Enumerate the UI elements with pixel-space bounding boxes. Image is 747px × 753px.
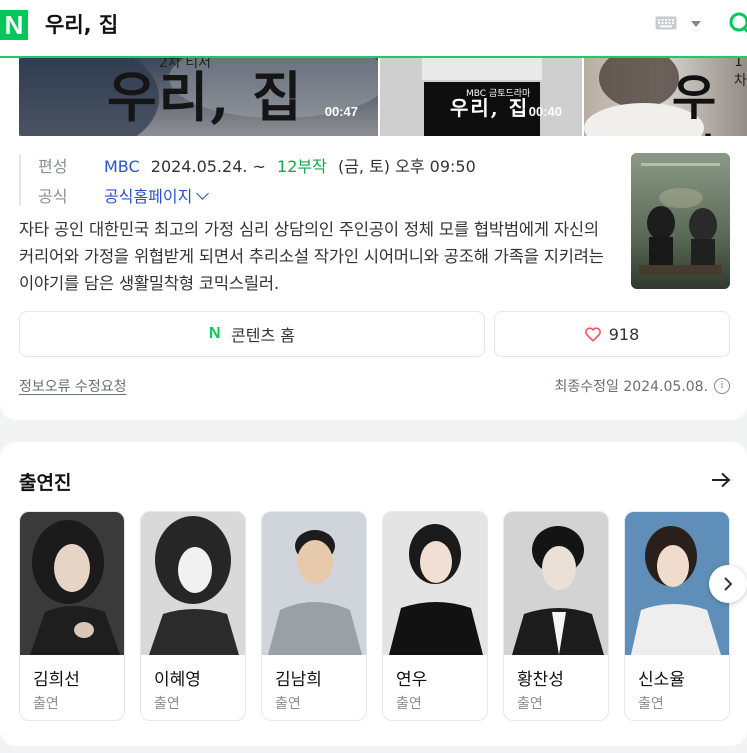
video-clip[interactable]: 우리, 집 2차 티저 00:47 [19,58,378,136]
cast-photo [383,512,487,655]
arrow-right-icon[interactable] [711,472,731,488]
chevron-down-icon[interactable] [196,187,210,200]
official-label: 공식 [38,187,68,206]
cast-photo [504,512,608,655]
synopsis-text: 자타 공인 대한민국 최고의 가정 심리 상담의인 주인공이 정체 모를 협박범… [19,220,604,293]
cast-section-title: 출연진 [19,472,72,494]
clip-title-art: 우리, 집 [107,65,304,129]
cast-member-card[interactable]: 황찬성 출연 [503,511,609,721]
drama-info-card: 우리, 집 2차 티저 00:47 MBC 금토드라마 우리, 집 00:40 … [0,58,747,420]
cast-name: 이혜영 [154,670,201,690]
last-updated: 최종수정일 2024.05.08. i [555,376,730,396]
keyboard-icon[interactable] [655,16,677,30]
chevron-right-icon [724,577,733,591]
video-clip[interactable]: MBC 금토드라마 우리, 집 00:40 [380,58,582,136]
episode-count[interactable]: 12부작 [277,157,327,176]
video-clip[interactable]: 우리 1차 [584,58,747,136]
air-date: 2024.05.24. ~ [150,157,266,176]
cast-name: 신소율 [638,670,685,690]
meta-divider [19,154,21,206]
official-row: 공식 공식홈페이지 [38,186,210,208]
clip-caption: 1차 [734,58,747,89]
cast-photo [262,512,366,655]
clip-duration: 00:47 [324,104,358,119]
cast-member-card[interactable]: 연우 출연 [382,511,488,721]
cast-photo [141,512,245,655]
cast-name: 김남희 [275,670,322,690]
channel-link[interactable]: MBC [104,157,140,176]
like-button[interactable]: 918 [494,311,730,357]
report-error-link[interactable]: 정보오류 수정요청 [19,376,127,396]
like-count: 918 [608,324,640,344]
poster-image [631,153,730,289]
cast-member-card[interactable]: 김희선 출연 [19,511,125,721]
chevron-down-icon[interactable] [691,21,701,27]
cast-member-card[interactable]: 김남희 출연 [261,511,367,721]
cast-role: 출연 [154,696,180,712]
broadcast-row: 편성 MBC 2024.05.24. ~ 12부작 (금, 토) 오후 09:50 [38,156,476,178]
clip-caption: 2차 티저 [159,58,211,71]
broadcast-label: 편성 [38,157,68,176]
drama-poster[interactable] [631,153,730,289]
cast-role: 출연 [33,696,59,712]
cast-name: 연우 [396,670,428,690]
search-query[interactable]: 우리, 집 [45,10,118,40]
cast-role: 출연 [638,696,664,712]
cast-role: 출연 [517,696,543,712]
heart-icon [584,326,601,342]
cast-member-card[interactable]: 이혜영 출연 [140,511,246,721]
naver-logo[interactable]: N [0,10,28,40]
info-icon[interactable]: i [714,378,730,394]
search-header: N 우리, 집 [0,0,747,58]
cast-name: 황찬성 [517,670,564,690]
official-homepage-link[interactable]: 공식홈페이지 [104,187,192,206]
cast-role: 출연 [396,696,422,712]
video-clip-strip: 우리, 집 2차 티저 00:47 MBC 금토드라마 우리, 집 00:40 … [19,58,747,136]
cast-photo [20,512,124,655]
cast-card: 출연진 김희선 출연 이혜영 출연 김남희 출연 연우 출연 황찬성 출연 신소… [0,442,747,746]
cast-list: 김희선 출연 이혜영 출연 김남희 출연 연우 출연 황찬성 출연 신소율 출연 [19,511,747,723]
cast-role: 출연 [275,696,301,712]
naver-n-icon: N [209,325,221,342]
last-updated-text: 최종수정일 2024.05.08. [554,379,708,395]
cast-name: 김희선 [33,670,80,690]
content-home-label: 콘텐츠 홈 [231,326,295,345]
content-home-button[interactable]: N 콘텐츠 홈 [19,311,485,357]
air-schedule: (금, 토) 오후 09:50 [337,157,476,176]
cast-member-card[interactable]: 신소율 출연 [624,511,730,721]
carousel-next-button[interactable] [709,565,747,603]
clip-title-art: 우리, 집 [450,96,530,120]
search-icon[interactable] [728,11,747,35]
clip-duration: 00:40 [528,104,562,119]
